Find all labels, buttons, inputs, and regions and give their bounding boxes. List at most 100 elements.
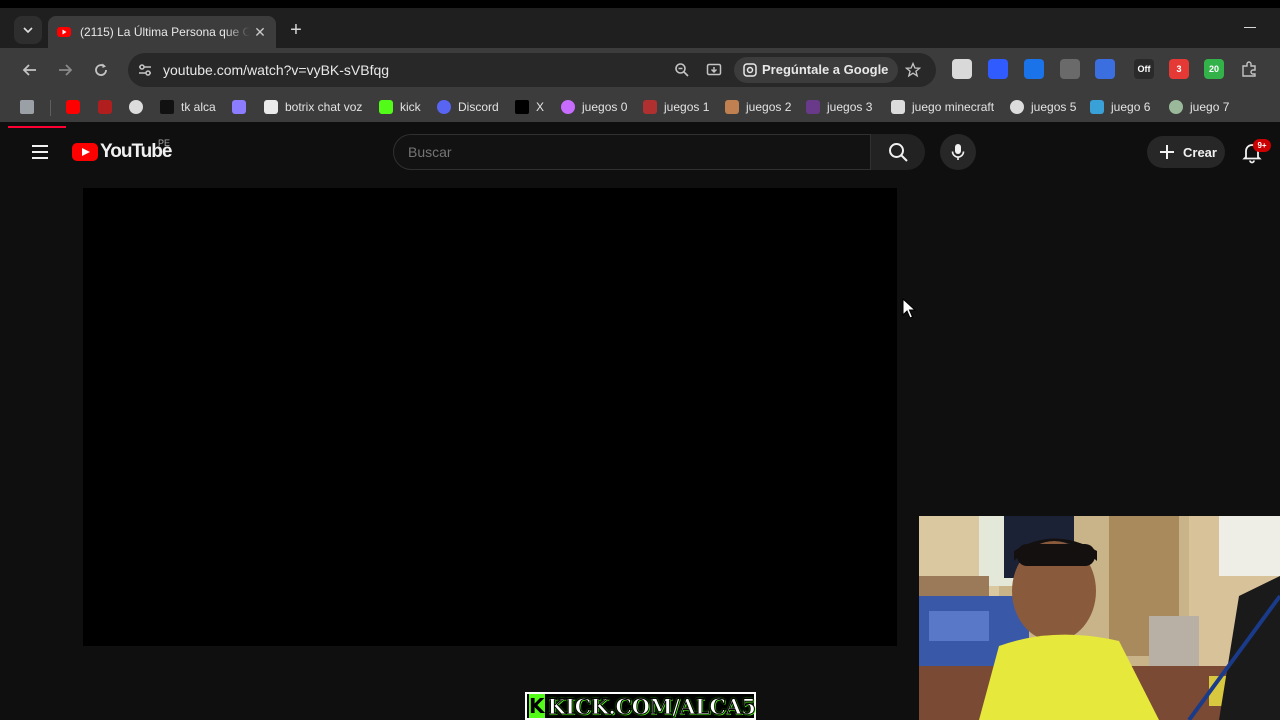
- bookmark-speedometer[interactable]: [129, 98, 150, 116]
- microphone-icon: [951, 144, 965, 160]
- search-icon: [889, 143, 908, 162]
- webcam-feed-image: [919, 516, 1280, 720]
- bookmark-x[interactable]: X: [515, 98, 544, 116]
- create-button[interactable]: Crear: [1147, 136, 1225, 168]
- youtube-logo[interactable]: YouTube: [72, 141, 172, 163]
- bookmark-botrix-chat-voz[interactable]: botrix chat voz: [264, 98, 362, 116]
- tiktok-icon: [160, 100, 174, 114]
- youtube-play-icon: [72, 143, 98, 161]
- bookmark-label: Discord: [458, 100, 499, 114]
- ask-google-label: Pregúntale a Google: [762, 62, 889, 77]
- bookmark-red-logo[interactable]: [98, 98, 119, 116]
- bookmark-tk-alca[interactable]: tk alca: [160, 98, 216, 116]
- off-ext-icon[interactable]: Off: [1134, 59, 1154, 79]
- install-app-button[interactable]: [705, 61, 723, 79]
- youtube-icon: [66, 100, 80, 114]
- bookmarks-divider: [50, 100, 51, 116]
- diamond-icon: [264, 100, 278, 114]
- bookmark-juegos-2[interactable]: juegos 2: [725, 98, 791, 116]
- tab-strip: (2115) La Última Persona que C ✕ +: [0, 8, 1280, 48]
- tab-youtube[interactable]: (2115) La Última Persona que C ✕: [48, 16, 276, 48]
- shazam-ext-icon[interactable]: [1024, 59, 1044, 79]
- video-player[interactable]: [83, 188, 897, 646]
- bookmark-label: kick: [400, 100, 421, 114]
- bookmark-kick[interactable]: kick: [379, 98, 421, 116]
- back-button[interactable]: [18, 58, 42, 82]
- kick-logo-icon: K: [529, 694, 545, 718]
- streamer-webcam: [919, 516, 1280, 720]
- bookmark-label: juegos 0: [582, 100, 628, 114]
- kick-channel-banner: K KICK.COM/ALCA5: [525, 692, 756, 720]
- colorful-icon: [1090, 100, 1104, 114]
- install-icon: [706, 63, 722, 76]
- zoom-icon: [675, 63, 689, 77]
- bookmark-label: X: [536, 100, 545, 114]
- glasses-ext-icon[interactable]: [1060, 59, 1080, 79]
- youtube-icon: [57, 27, 71, 37]
- star-icon: [905, 62, 921, 78]
- tab-search-button[interactable]: [14, 16, 42, 44]
- mouse-cursor-icon: [902, 298, 916, 319]
- game-art-icon: [806, 100, 820, 114]
- zoom-button[interactable]: [673, 61, 691, 79]
- reload-icon: [95, 63, 107, 76]
- reload-button[interactable]: [89, 58, 113, 82]
- country-code: PE: [158, 138, 171, 148]
- bookmark-juegos-0[interactable]: juegos 0: [561, 98, 627, 116]
- speedometer-icon: [129, 100, 143, 114]
- gradient-orb-icon: [561, 100, 575, 114]
- create-label: Crear: [1183, 144, 1217, 160]
- bookmark-label: juego 6: [1111, 100, 1151, 114]
- bookmark-label: juegos 5: [1031, 100, 1077, 114]
- voice-search-button[interactable]: [940, 134, 976, 170]
- bookmark-star-button[interactable]: [904, 61, 922, 79]
- guide-menu-button[interactable]: [28, 140, 52, 164]
- arrow-left-icon: [22, 64, 36, 76]
- puzzle-ext-icon[interactable]: [1239, 59, 1259, 79]
- minimize-window-button[interactable]: [1244, 20, 1258, 34]
- bookmark-youtube[interactable]: [66, 98, 87, 116]
- plus-icon: [1160, 145, 1174, 159]
- apps-grid-icon: [20, 100, 34, 114]
- search-button[interactable]: [871, 134, 925, 170]
- bookmark-juegos-1[interactable]: juegos 1: [643, 98, 709, 116]
- bookmark-juegos-5[interactable]: juegos 5: [1010, 98, 1076, 116]
- address-bar[interactable]: youtube.com/watch?v=vyBK-sVBfqg Pregúnta…: [128, 53, 936, 87]
- kick-icon: [379, 100, 393, 114]
- green-ext-icon[interactable]: 20: [1204, 59, 1224, 79]
- chevron-down-icon: [23, 27, 33, 34]
- apps-button[interactable]: [20, 98, 41, 116]
- bookmark-swirl[interactable]: [232, 98, 253, 116]
- bookmark-juego-6[interactable]: juego 6: [1090, 98, 1150, 116]
- url-text[interactable]: youtube.com/watch?v=vyBK-sVBfqg: [163, 62, 389, 78]
- tab-title: (2115) La Última Persona que C: [80, 25, 250, 39]
- search-input[interactable]: [408, 144, 848, 160]
- red-logo-icon: [98, 100, 112, 114]
- ask-google-button[interactable]: Pregúntale a Google: [734, 57, 899, 83]
- bookmark-label: juegos 3: [827, 100, 873, 114]
- x-icon: [515, 100, 529, 114]
- screen-ext-icon[interactable]: [952, 59, 972, 79]
- discord-icon: [437, 100, 451, 114]
- bookmark-juego-minecraft[interactable]: juego minecraft: [891, 98, 994, 116]
- bookmark-discord[interactable]: Discord: [437, 98, 499, 116]
- site-info-button[interactable]: [136, 61, 154, 79]
- notification-count-badge: 9+: [1253, 139, 1271, 152]
- search-box[interactable]: [393, 134, 871, 170]
- bookmark-juegos-3[interactable]: juegos 3: [806, 98, 872, 116]
- close-icon[interactable]: ✕: [252, 24, 268, 40]
- bookmark-label: juegos 1: [664, 100, 710, 114]
- new-tab-button[interactable]: +: [284, 18, 308, 42]
- youtube-header: YouTube PE Crear: [0, 128, 1280, 176]
- browser-chrome: (2115) La Última Persona que C ✕ + youtu…: [0, 0, 1280, 128]
- face-icon: [725, 100, 739, 114]
- joystick-icon: [643, 100, 657, 114]
- bookmark-juego-7[interactable]: juego 7: [1169, 98, 1229, 116]
- forward-button[interactable]: [53, 58, 77, 82]
- globe-icon: [1010, 100, 1024, 114]
- red-ext-icon[interactable]: 3: [1169, 59, 1189, 79]
- translate-ext-icon[interactable]: [1095, 59, 1115, 79]
- navigation-toolbar: youtube.com/watch?v=vyBK-sVBfqg Pregúnta…: [0, 48, 1280, 92]
- firefox-ext-icon[interactable]: [988, 59, 1008, 79]
- bookmarks-bar: tk alca botrix chat voz kick Discord Xjuegos…: [0, 92, 1280, 122]
